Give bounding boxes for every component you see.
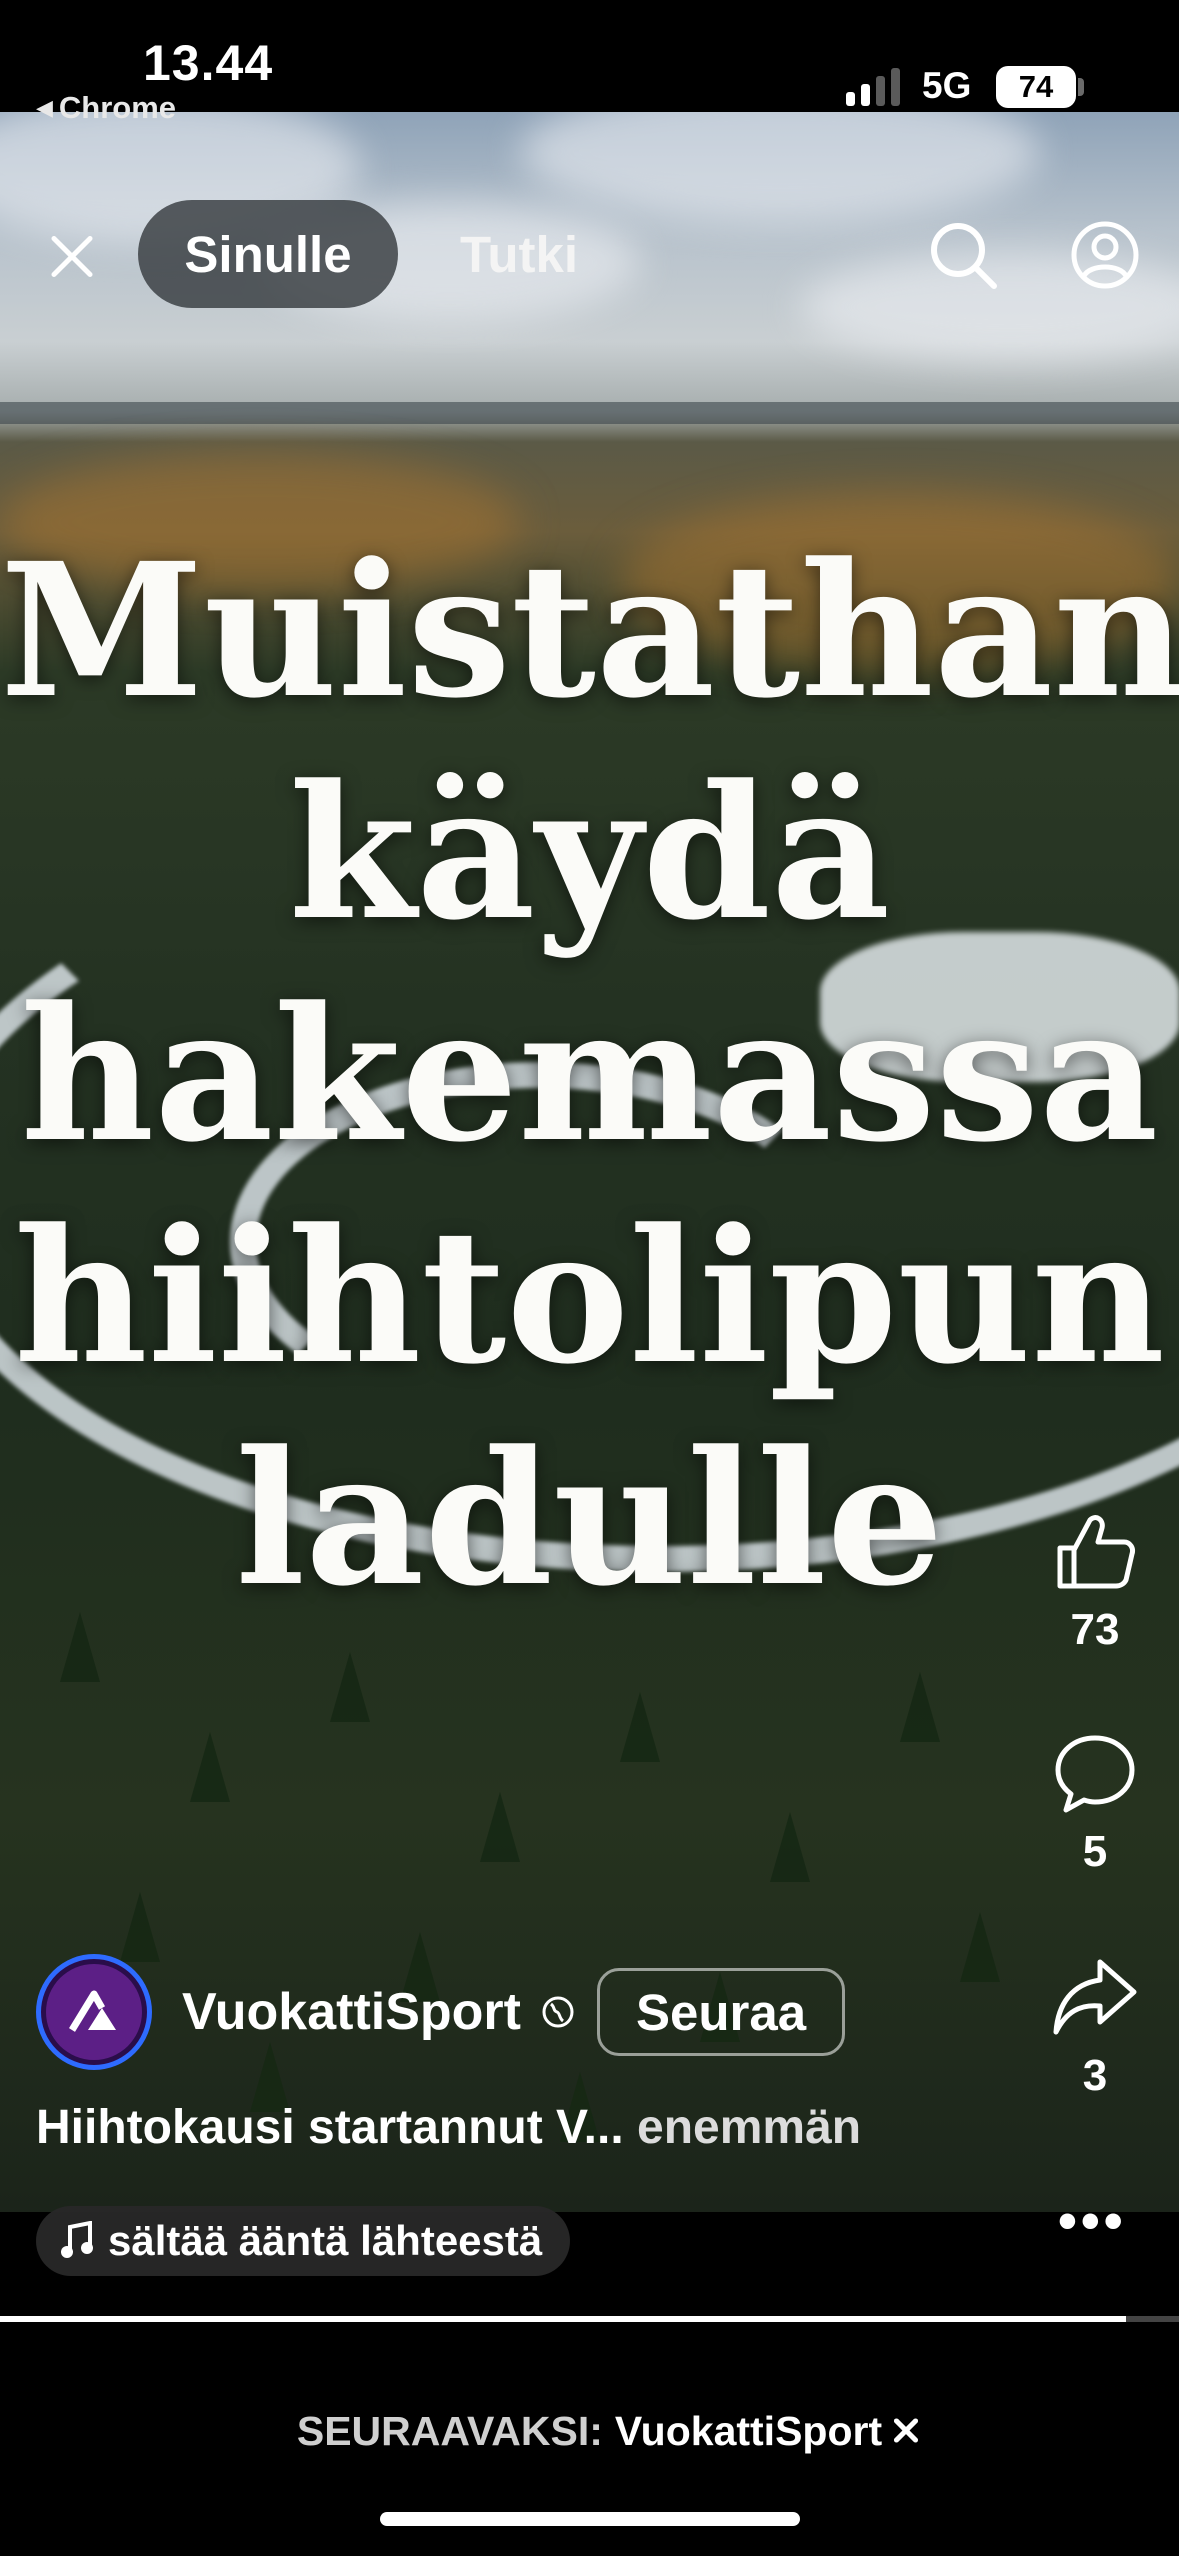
music-note-icon [61, 2221, 93, 2258]
caption[interactable]: Hiihtokausi startannut V... enemmän [36, 2100, 861, 2155]
tree [900, 1672, 940, 1742]
back-to-app-link[interactable]: ◀ Chrome [36, 90, 176, 126]
author-name[interactable]: VuokattiSport [182, 1982, 521, 2042]
signal-icon [846, 66, 906, 106]
close-icon[interactable] [40, 224, 104, 288]
up-next-close-icon[interactable] [876, 2400, 936, 2460]
audio-label: sältää ääntä lähteestä [108, 2217, 543, 2264]
overlay-line: Muistathan [0, 523, 1179, 739]
overlay-line: ladulle [235, 1411, 944, 1627]
home-indicator[interactable] [380, 2512, 800, 2526]
brand-logo-icon [69, 1990, 116, 2032]
top-nav: Sinulle Tutki [0, 200, 1179, 310]
tree [770, 1812, 810, 1882]
tree [620, 1692, 660, 1762]
comment-button[interactable]: 5 [1040, 1730, 1150, 1877]
tab-tutki[interactable]: Tutki [460, 200, 578, 308]
back-arrow-icon: ◀ [36, 95, 53, 120]
search-icon[interactable] [928, 220, 998, 290]
share-icon [1053, 1959, 1137, 2035]
like-button[interactable]: 73 [1040, 1508, 1150, 1655]
tree [480, 1792, 520, 1862]
audio-pill[interactable]: sältää ääntä lähteestä [36, 2206, 571, 2276]
tree [960, 1912, 1000, 1982]
battery-tip [1078, 78, 1084, 96]
status-time: 13.44 [143, 35, 274, 91]
video-progress-bar[interactable] [0, 2316, 1179, 2322]
up-next-label: SEURAAVAKSI: [296, 2407, 603, 2454]
overlay-line: hiihtolipun [13, 1189, 1166, 1405]
share-button[interactable]: 3 [1040, 1954, 1150, 2101]
network-label: 5G [922, 65, 972, 106]
caption-text: Hiihtokausi startannut V... [36, 2101, 624, 2154]
tree [190, 1732, 230, 1802]
video-progress-fill [0, 2316, 1126, 2322]
comment-count: 5 [1082, 1827, 1108, 1876]
horizon-hills [0, 402, 1179, 424]
more-options-icon[interactable]: ••• [1058, 2190, 1127, 2252]
tree [330, 1652, 370, 1722]
globe-icon [542, 1996, 574, 2028]
caption-more-link[interactable]: enemmän [637, 2101, 861, 2154]
overlay-line: hakemassa [20, 967, 1159, 1183]
avatar[interactable] [36, 1954, 152, 2070]
overlay-line: käydä [288, 745, 891, 961]
profile-icon[interactable] [1070, 220, 1140, 290]
status-bar: 13.44 ◀ Chrome 5G 74 [0, 0, 1179, 125]
up-next-bar[interactable]: SEURAAVAKSI: VuokattiSport [0, 2396, 1179, 2466]
video-overlay-text: Muistathan käydä hakemassa hiihtolipun l… [0, 520, 1179, 1630]
tree [120, 1892, 160, 1962]
battery-icon: 74 [996, 66, 1076, 108]
follow-button[interactable]: Seuraa [596, 1968, 846, 2056]
tab-sinulle[interactable]: Sinulle [138, 200, 398, 308]
thumbs-up-icon [1057, 1515, 1135, 1589]
avatar-logo [46, 1964, 142, 2060]
like-count: 73 [1070, 1605, 1120, 1654]
battery-level: 74 [1018, 69, 1054, 104]
back-app-label: Chrome [58, 90, 177, 125]
share-count: 3 [1082, 2051, 1108, 2100]
author-row: VuokattiSport Seuraa [36, 1954, 846, 2070]
comment-icon [1055, 1735, 1135, 1813]
up-next-name: VuokattiSport [614, 2407, 883, 2454]
